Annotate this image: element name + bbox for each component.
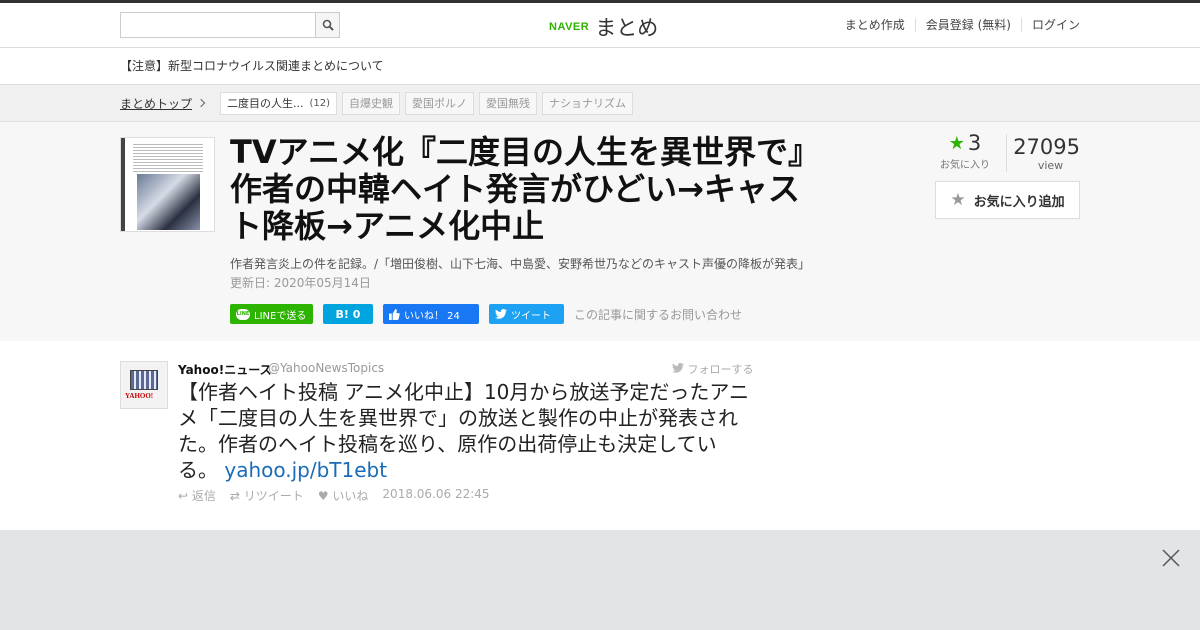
nav-register[interactable]: 会員登録 (無料) [914, 18, 1021, 32]
tweet-label: ツイート [511, 310, 551, 322]
avatar[interactable]: YAHOO! [120, 361, 168, 409]
tv-screen-icon [130, 370, 158, 390]
tweet-author-handle[interactable]: @YahooNewsTopics [268, 361, 384, 375]
line-share-button[interactable]: LINE LINEで送る [230, 304, 313, 324]
reply-label: 返信 [191, 489, 216, 503]
search-button[interactable] [315, 12, 340, 38]
avatar-logo-text: YAHOO! [125, 392, 154, 400]
tag-1[interactable]: 二度目の人生... (12) [220, 91, 338, 115]
tag-2[interactable]: 自爆史観 [342, 91, 401, 115]
close-icon[interactable] [1162, 549, 1180, 567]
ad-banner-area [0, 530, 1200, 630]
nav-create-matome[interactable]: まとめ作成 [835, 18, 915, 32]
like-button[interactable]: ♥ いいね [318, 487, 369, 504]
hatena-bookmark-button[interactable]: B! 0 [323, 304, 373, 324]
tag-label: 二度目の人生... [227, 97, 304, 110]
search-box [120, 12, 340, 38]
embedded-tweet: YAHOO! Yahoo!ニュース @YahooNewsTopics フォローす… [0, 341, 1200, 530]
header-nav: まとめ作成 会員登録 (無料) ログイン [835, 18, 1080, 32]
line-icon: LINE [236, 308, 250, 320]
tweet-actions: ↩ 返信 ⇄ リツイート ♥ いいね 2018.06.06 22:45 [178, 487, 490, 504]
twitter-bird-icon [495, 309, 507, 319]
logo-name: まとめ [595, 16, 659, 40]
nav-login[interactable]: ログイン [1020, 18, 1080, 32]
star-icon: ★ [948, 132, 965, 154]
tag-label: 自爆史観 [349, 97, 394, 110]
thumbs-up-icon [389, 308, 400, 320]
tag-4[interactable]: 愛国無残 [479, 91, 538, 115]
follow-label: フォローする [687, 363, 754, 376]
add-favorite-label: お気に入り追加 [973, 194, 1065, 210]
tweet-text: 【作者ヘイト投稿 アニメ化中止】10月から放送予定だったアニメ「二度目の人生を異… [178, 379, 753, 483]
tag-count: (12) [309, 97, 331, 109]
like-label: いいね [332, 489, 369, 503]
tag-label: ナショナリズム [549, 97, 627, 110]
logo-brand: NAVER [549, 21, 590, 33]
reply-icon: ↩ [178, 489, 189, 503]
thumbnail-edge [121, 138, 125, 231]
twitter-bird-icon [672, 363, 684, 373]
follow-button[interactable]: フォローする [672, 361, 754, 377]
tag-3[interactable]: 愛国ポルノ [405, 91, 475, 115]
tweet-date[interactable]: 2018.06.06 22:45 [382, 487, 489, 504]
heart-icon: ♥ [317, 489, 329, 503]
star-outline-icon: ★ [950, 190, 966, 210]
hatena-label: B! 0 [335, 307, 361, 321]
retweet-button[interactable]: ⇄ リツイート [230, 487, 304, 504]
tweet-button[interactable]: ツイート [489, 304, 564, 324]
search-input[interactable] [120, 12, 315, 38]
notice-link[interactable]: 【注意】新型コロナウイルス関連まとめについて [0, 48, 1200, 85]
favorites-label: お気に入り [940, 160, 990, 171]
line-share-label: LINEで送る [254, 310, 307, 322]
tweet-link[interactable]: yahoo.jp/bT1ebt [224, 458, 387, 482]
retweet-label: リツイート [243, 489, 304, 503]
article-title: TVアニメ化『二度目の人生を異世界で』作者の中韓ヘイト発言がひどい→キャスト降板… [230, 133, 820, 245]
chevron-right-icon [196, 98, 206, 108]
breadcrumb-home-label: まとめトップ [120, 96, 193, 111]
article-description: 作者発言炎上の件を記録。/「増田俊樹、山下七海、中島愛、安野希世乃などのキャスト… [230, 257, 811, 271]
reply-button[interactable]: ↩ 返信 [178, 487, 216, 504]
search-icon [322, 19, 334, 31]
favorites-number: 3 [967, 131, 982, 155]
facebook-like-button[interactable]: いいね！ 24 [383, 304, 479, 324]
site-header: NAVER まとめ まとめ作成 会員登録 (無料) ログイン [0, 3, 1200, 48]
add-favorite-button[interactable]: ★ お気に入り追加 [935, 181, 1080, 219]
tweet-author-name[interactable]: Yahoo!ニュース [178, 361, 272, 378]
facebook-like-label: いいね！ 24 [404, 310, 460, 322]
thumbnail-illustration [137, 174, 200, 230]
favorites-count: ★ 3 お気に入り [940, 131, 990, 171]
retweet-icon: ⇄ [229, 489, 240, 503]
article-updated: 更新日: 2020年05月14日 [230, 276, 371, 290]
article-thumbnail[interactable] [120, 137, 215, 232]
view-number: 27095 [1013, 135, 1080, 159]
tag-label: 愛国ポルノ [412, 97, 468, 110]
breadcrumb: まとめトップ 二度目の人生... (12) 自爆史観 愛国ポルノ 愛国無残 ナシ… [0, 85, 1200, 122]
breadcrumb-home[interactable]: まとめトップ [120, 95, 206, 112]
article-header: TVアニメ化『二度目の人生を異世界で』作者の中韓ヘイト発言がひどい→キャスト降板… [0, 122, 1200, 341]
site-logo[interactable]: NAVER まとめ [549, 12, 658, 42]
thumbnail-text-lines [133, 142, 203, 172]
share-buttons: LINE LINEで送る B! 0 いいね！ 24 ツイート この記事に関するお… [230, 304, 742, 324]
view-label: view [1037, 159, 1064, 172]
inquiry-link[interactable]: この記事に関するお問い合わせ [574, 306, 742, 323]
tag-label: 愛国無残 [486, 97, 531, 110]
view-count: 27095 view [1006, 134, 1080, 172]
tag-5[interactable]: ナショナリズム [542, 91, 634, 115]
